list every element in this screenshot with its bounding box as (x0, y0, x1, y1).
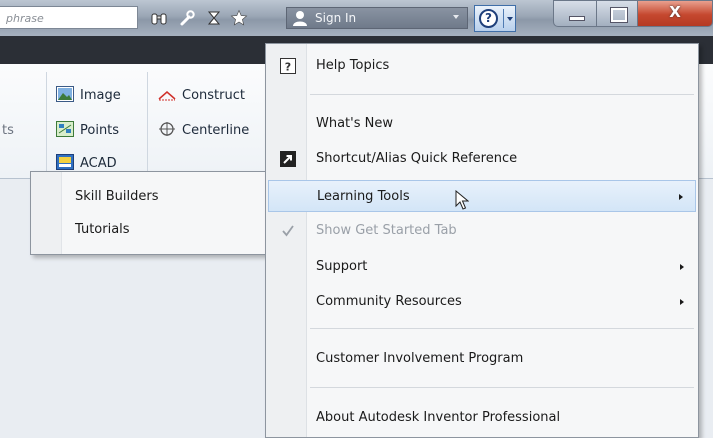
menu-item-label: Shortcut/Alias Quick Reference (316, 151, 518, 166)
menu-item-label: Show Get Started Tab (316, 223, 457, 238)
menu-item-label: Customer Involvement Program (316, 351, 524, 366)
close-button[interactable]: X (637, 0, 713, 27)
learning-tools-submenu: Skill Builders Tutorials (30, 171, 268, 255)
shortcut-arrow-icon (280, 151, 296, 167)
title-bar: phrase Sign In ? X (0, 0, 713, 36)
minimize-icon (569, 16, 585, 21)
minimize-button[interactable] (553, 0, 597, 27)
submenu-item-skill-builders[interactable]: Skill Builders (75, 184, 159, 210)
menu-item-about[interactable]: About Autodesk Inventor Professional (266, 402, 698, 434)
points-icon (56, 121, 74, 137)
mouse-cursor-icon (455, 190, 469, 210)
submenu-arrow-icon (679, 194, 683, 200)
binoculars-icon[interactable] (150, 9, 168, 27)
wrench-icon[interactable] (178, 9, 196, 27)
menu-item-label: About Autodesk Inventor Professional (316, 410, 561, 425)
help-menu: ? Help Topics What's New Shortcut/Alias … (265, 43, 699, 438)
chevron-down-icon (453, 15, 459, 19)
ribbon-construction-button[interactable]: Construct (158, 86, 245, 105)
maximize-button[interactable] (596, 0, 638, 27)
submenu-gutter (31, 172, 62, 254)
help-button[interactable]: ? (474, 5, 516, 32)
maximize-icon (610, 7, 628, 23)
search-input[interactable]: phrase (0, 6, 138, 29)
submenu-arrow-icon (680, 264, 684, 270)
ribbon-item-label: Image (80, 88, 121, 103)
close-icon: X (669, 3, 681, 21)
ribbon-item-label: ACAD (80, 156, 117, 171)
ribbon-cut-label: ts (2, 123, 14, 138)
menu-item-label: Learning Tools (317, 189, 410, 204)
ribbon-item-label: Construct (182, 88, 245, 103)
ribbon-divider (46, 72, 47, 172)
sign-in-label: Sign In (315, 11, 357, 25)
menu-item-label: Community Resources (316, 294, 462, 309)
menu-item-help-topics[interactable]: ? Help Topics (266, 50, 698, 82)
ribbon-centerline-button[interactable]: Centerline (158, 121, 249, 140)
menu-item-shortcut-reference[interactable]: Shortcut/Alias Quick Reference (266, 143, 698, 175)
menu-item-show-get-started-tab[interactable]: Show Get Started Tab (266, 215, 698, 247)
menu-item-label: Help Topics (316, 58, 390, 73)
image-icon (56, 86, 74, 102)
submenu-arrow-icon (680, 299, 684, 305)
acad-icon (56, 154, 74, 170)
menu-item-support[interactable]: Support (266, 251, 698, 283)
menu-separator (310, 387, 694, 388)
ribbon-item-label: Points (80, 123, 120, 138)
ribbon-image-button[interactable]: Image (56, 86, 121, 105)
menu-item-whats-new[interactable]: What's New (266, 108, 698, 140)
menu-item-label: What's New (316, 116, 393, 131)
construction-line-icon (158, 91, 176, 101)
menu-separator (310, 94, 694, 95)
menu-item-learning-tools[interactable]: Learning Tools (268, 180, 696, 212)
svg-text:?: ? (285, 61, 291, 74)
sign-in-dropdown[interactable]: Sign In (286, 7, 468, 29)
help-button-divider (503, 9, 504, 28)
menu-item-customer-involvement[interactable]: Customer Involvement Program (266, 343, 698, 375)
submenu-item-tutorials[interactable]: Tutorials (75, 217, 130, 243)
help-topics-icon: ? (280, 58, 296, 74)
help-icon: ? (479, 9, 498, 28)
centerline-icon (159, 122, 175, 136)
ribbon-points-button[interactable]: Points (56, 121, 119, 140)
ribbon-divider (147, 72, 148, 172)
hourglass-icon[interactable] (205, 9, 223, 27)
menu-separator (310, 328, 694, 329)
chevron-down-icon[interactable] (507, 17, 513, 21)
star-icon[interactable] (230, 9, 248, 27)
ribbon-item-label: Centerline (182, 123, 250, 138)
checkmark-icon (282, 225, 294, 237)
menu-item-community-resources[interactable]: Community Resources (266, 286, 698, 318)
menu-item-label: Support (316, 259, 368, 274)
user-icon (293, 11, 307, 26)
